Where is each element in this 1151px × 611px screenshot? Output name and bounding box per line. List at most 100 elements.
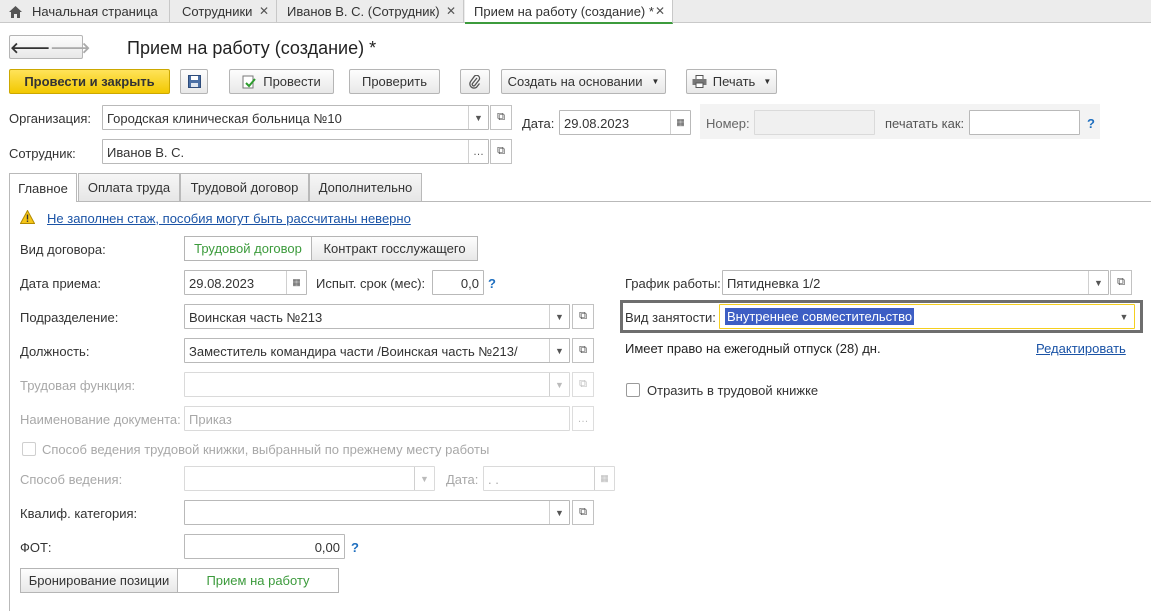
hire-option[interactable]: Прием на работу <box>178 569 338 592</box>
qualification-field[interactable]: ▼ <box>184 500 570 525</box>
dropdown-arrow-icon: ▼ <box>549 373 569 396</box>
tab-employees[interactable]: Сотрудники ✕ <box>173 0 277 23</box>
print-label: Печать <box>712 74 756 89</box>
organization-label: Организация: <box>9 111 92 126</box>
position-value: Заместитель командира части /Воинская ча… <box>189 344 518 359</box>
number-label: Номер: <box>706 116 750 131</box>
bottom-mode-switch: Бронирование позиции Прием на работу <box>20 568 339 593</box>
keeping-method-label: Способ ведения: <box>20 472 123 487</box>
probation-value: 0,0 <box>460 276 479 291</box>
dropdown-arrow-icon[interactable]: ▼ <box>1114 305 1134 328</box>
employment-type-field[interactable]: Внутреннее совместительство ▼ <box>719 304 1135 329</box>
forward-arrow-icon[interactable]: 🡒 <box>50 38 90 57</box>
tab-hire-document[interactable]: Прием на работу (создание) * ✕ <box>465 0 673 24</box>
fot-label: ФОТ: <box>20 540 52 555</box>
post-label: Провести <box>263 74 321 89</box>
open-organization-icon[interactable]: ⧉ <box>490 105 512 130</box>
document-name-label: Наименование документа: <box>20 412 181 427</box>
hire-date-field[interactable]: 29.08.2023 ▦ <box>184 270 307 295</box>
department-value: Воинская часть №213 <box>189 310 323 325</box>
warning-icon <box>20 210 35 224</box>
close-icon[interactable]: ✕ <box>259 4 269 18</box>
number-field <box>754 110 875 135</box>
print-button[interactable]: Печать ▼ <box>686 69 777 94</box>
tab-additional[interactable]: Дополнительно <box>309 173 422 201</box>
position-label: Должность: <box>20 344 90 359</box>
tab-home[interactable]: Начальная страница <box>0 0 170 23</box>
schedule-field[interactable]: Пятидневка 1/2 ▼ <box>722 270 1109 295</box>
print-as-field[interactable] <box>969 110 1080 135</box>
check-button[interactable]: Проверить <box>349 69 440 94</box>
save-button[interactable] <box>180 69 208 94</box>
contract-option-labor[interactable]: Трудовой договор <box>185 237 312 260</box>
help-question-icon[interactable]: ? <box>1087 116 1095 131</box>
date-label: Дата: <box>522 116 555 131</box>
document-name-value: Приказ <box>189 412 232 427</box>
dropdown-arrow-icon[interactable]: ▼ <box>549 339 569 362</box>
tab-employee-card[interactable]: Иванов В. С. (Сотрудник) ✕ <box>278 0 464 23</box>
department-label: Подразделение: <box>20 310 119 325</box>
dropdown-arrow-icon[interactable]: ▼ <box>549 501 569 524</box>
tab-main[interactable]: Главное <box>9 173 77 202</box>
keeping-date-label: Дата: <box>446 472 479 487</box>
open-qualification-icon[interactable]: ⧉ <box>572 500 594 525</box>
select-ellipsis-icon[interactable]: … <box>468 140 488 163</box>
contract-type-label: Вид договора: <box>20 242 106 257</box>
tab-label: Иванов В. С. (Сотрудник) <box>287 4 440 19</box>
calendar-icon[interactable]: ▦ <box>286 271 306 294</box>
tab-label: Начальная страница <box>32 4 158 19</box>
probation-field[interactable]: 0,0 <box>432 270 484 295</box>
back-arrow-icon[interactable]: 🡐 <box>10 38 50 57</box>
booking-position-option[interactable]: Бронирование позиции <box>21 569 178 592</box>
edit-link[interactable]: Редактировать <box>1036 341 1126 356</box>
qualification-label: Квалиф. категория: <box>20 506 138 521</box>
help-question-icon[interactable]: ? <box>351 540 359 555</box>
post-button[interactable]: Провести <box>229 69 334 94</box>
post-and-close-button[interactable]: Провести и закрыть <box>9 69 170 94</box>
workbook-prev-checkbox <box>22 442 36 456</box>
employee-field[interactable]: Иванов В. С. … <box>102 139 489 164</box>
workbook-prev-label: Способ ведения трудовой книжки, выбранны… <box>42 442 490 457</box>
home-icon <box>9 5 22 18</box>
keeping-method-field: ▼ <box>184 466 435 491</box>
chevron-down-icon: ▼ <box>763 77 772 86</box>
position-field[interactable]: Заместитель командира части /Воинская ча… <box>184 338 570 363</box>
tab-payment[interactable]: Оплата труда <box>78 173 180 201</box>
fot-value: 0,00 <box>314 540 340 555</box>
schedule-label: График работы: <box>625 276 721 291</box>
post-document-icon <box>242 75 256 88</box>
warning-link[interactable]: Не заполнен стаж, пособия могут быть рас… <box>47 211 411 226</box>
open-employee-icon[interactable]: ⧉ <box>490 139 512 164</box>
select-ellipsis-icon: … <box>572 406 594 431</box>
paperclip-icon <box>469 74 481 89</box>
dropdown-arrow-icon[interactable]: ▼ <box>1088 271 1108 294</box>
tab-labor-contract[interactable]: Трудовой договор <box>180 173 309 201</box>
date-field[interactable]: 29.08.2023 ▦ <box>559 110 691 135</box>
create-based-on-button[interactable]: Создать на основании ▼ <box>501 69 666 94</box>
calendar-icon[interactable]: ▦ <box>670 111 690 134</box>
dropdown-arrow-icon[interactable]: ▼ <box>468 106 488 129</box>
contract-type-switch: Трудовой договор Контракт госслужащего <box>184 236 478 261</box>
keeping-date-value: . . <box>488 472 499 487</box>
attach-button[interactable] <box>460 69 490 94</box>
tab-label: Прием на работу (создание) * <box>474 3 654 19</box>
window-tabs-bar: Начальная страница Сотрудники ✕ Иванов В… <box>0 0 1151 24</box>
labor-function-label: Трудовая функция: <box>20 378 136 393</box>
vacation-text: Имеет право на ежегодный отпуск (28) дн. <box>625 341 881 356</box>
help-question-icon[interactable]: ? <box>488 276 496 291</box>
open-schedule-icon[interactable]: ⧉ <box>1110 270 1132 295</box>
fot-field[interactable]: 0,00 <box>184 534 345 559</box>
open-position-icon[interactable]: ⧉ <box>572 338 594 363</box>
reflect-workbook-label: Отразить в трудовой книжке <box>647 383 819 398</box>
schedule-value: Пятидневка 1/2 <box>727 276 821 291</box>
open-department-icon[interactable]: ⧉ <box>572 304 594 329</box>
hire-date-label: Дата приема: <box>20 276 101 291</box>
open-labor-function-icon: ⧉ <box>572 372 594 397</box>
contract-option-civil[interactable]: Контракт госслужащего <box>312 237 477 260</box>
close-icon[interactable]: ✕ <box>655 4 665 18</box>
close-icon[interactable]: ✕ <box>446 4 456 18</box>
reflect-workbook-checkbox[interactable] <box>626 383 640 397</box>
department-field[interactable]: Воинская часть №213 ▼ <box>184 304 570 329</box>
dropdown-arrow-icon[interactable]: ▼ <box>549 305 569 328</box>
organization-field[interactable]: Городская клиническая больница №10 ▼ <box>102 105 489 130</box>
